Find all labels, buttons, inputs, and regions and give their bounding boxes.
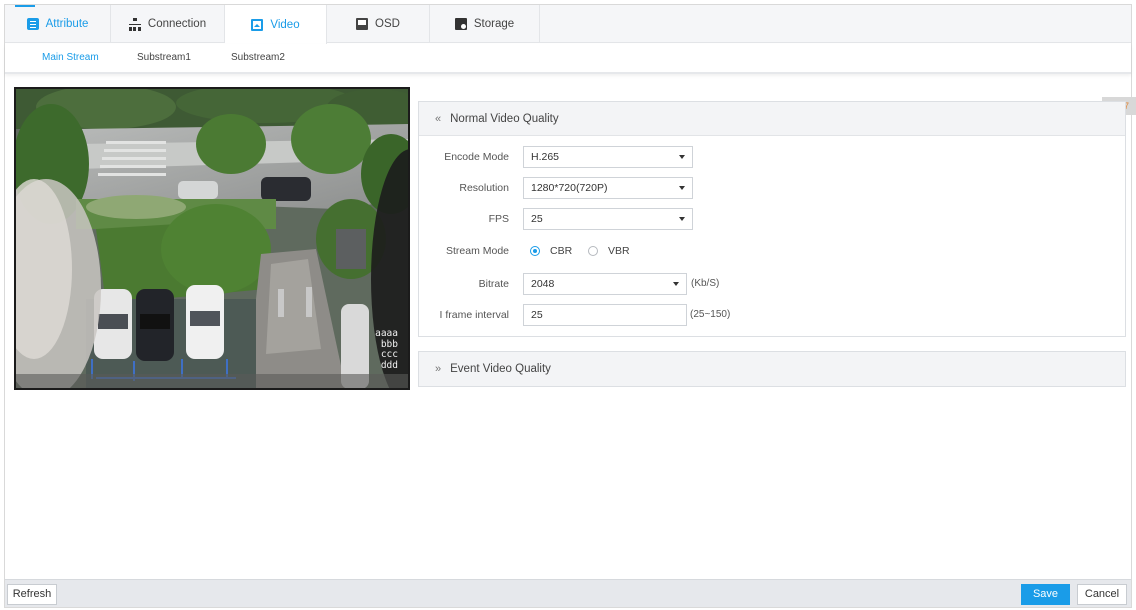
fps-row: FPS 25 bbox=[419, 208, 1119, 230]
iframe-interval-row: I frame interval 25 (25~150) bbox=[419, 304, 1119, 326]
storage-icon bbox=[454, 18, 467, 30]
iframe-interval-range: (25~150) bbox=[690, 309, 731, 320]
tab-storage[interactable]: Storage bbox=[430, 5, 540, 43]
video-preview: aaaa bbb ccc ddd bbox=[14, 87, 410, 390]
video-settings-window: Attribute Connection Video OSD Storage M… bbox=[4, 4, 1136, 608]
dropdown-caret-icon bbox=[679, 155, 685, 159]
dropdown-caret-icon bbox=[679, 186, 685, 190]
tab-storage-label: Storage bbox=[473, 18, 515, 30]
cbr-radio-label: CBR bbox=[550, 245, 573, 257]
tab-osd-label: OSD bbox=[375, 18, 400, 30]
tab-video[interactable]: Video bbox=[225, 5, 327, 44]
connection-icon bbox=[128, 18, 141, 31]
osd-line: aaaa bbox=[375, 328, 398, 339]
resolution-select[interactable]: 1280*720(720P) bbox=[523, 177, 693, 199]
encode-mode-label: Encode Mode bbox=[444, 151, 509, 163]
stream-mode-row: Stream Mode CBR VBR bbox=[419, 240, 1119, 262]
event-video-quality-header[interactable]: » Event Video Quality bbox=[419, 352, 1125, 386]
bitrate-select[interactable]: 2048 bbox=[523, 273, 687, 295]
tab-osd[interactable]: OSD bbox=[327, 5, 430, 43]
main-tab-bar: Attribute Connection Video OSD Storage bbox=[5, 5, 1131, 44]
encode-mode-row: Encode Mode H.265 bbox=[419, 146, 1119, 168]
subtab-substream2[interactable]: Substream2 bbox=[231, 44, 285, 72]
dropdown-caret-icon bbox=[673, 282, 679, 286]
stream-mode-label: Stream Mode bbox=[445, 245, 509, 257]
resolution-row: Resolution 1280*720(720P) bbox=[419, 177, 1119, 199]
tab-connection-label: Connection bbox=[147, 18, 207, 30]
osd-overlay-text: aaaa bbb ccc ddd bbox=[375, 328, 398, 371]
camera-scene-image bbox=[16, 89, 408, 388]
subtab-main-stream[interactable]: Main Stream bbox=[42, 44, 99, 72]
footer-bar: Refresh Save Cancel bbox=[5, 579, 1131, 607]
tab-connection[interactable]: Connection bbox=[111, 5, 225, 43]
iframe-interval-input[interactable]: 25 bbox=[523, 304, 687, 326]
osd-line: ddd bbox=[380, 359, 398, 371]
bitrate-value: 2048 bbox=[531, 278, 555, 290]
cbr-radio[interactable] bbox=[530, 246, 540, 256]
normal-video-quality-header[interactable]: « Normal Video Quality bbox=[419, 102, 1125, 136]
bitrate-row: Bitrate 2048 (Kb/S) bbox=[419, 273, 1119, 295]
refresh-button[interactable]: Refresh bbox=[7, 584, 57, 605]
subtab-substream1[interactable]: Substream1 bbox=[137, 44, 191, 72]
event-video-quality-panel: » Event Video Quality bbox=[418, 351, 1126, 387]
attribute-icon bbox=[26, 18, 39, 30]
resolution-value: 1280*720(720P) bbox=[531, 182, 608, 194]
fps-select[interactable]: 25 bbox=[523, 208, 693, 230]
cancel-button[interactable]: Cancel bbox=[1077, 584, 1127, 605]
osd-line: ccc bbox=[380, 349, 398, 360]
vbr-radio-label: VBR bbox=[608, 245, 630, 257]
save-button[interactable]: Save bbox=[1021, 584, 1070, 605]
encode-mode-select[interactable]: H.265 bbox=[523, 146, 693, 168]
encode-mode-value: H.265 bbox=[531, 151, 560, 163]
tab-video-label: Video bbox=[270, 18, 300, 31]
panel-title: Normal Video Quality bbox=[450, 112, 559, 125]
dropdown-caret-icon bbox=[679, 217, 685, 221]
panel-title: Event Video Quality bbox=[450, 363, 551, 375]
fps-label: FPS bbox=[488, 213, 509, 225]
expand-chevron-icon: » bbox=[435, 363, 442, 375]
iframe-interval-label: I frame interval bbox=[439, 309, 509, 321]
fps-value: 25 bbox=[531, 213, 543, 225]
resolution-label: Resolution bbox=[459, 182, 509, 194]
osd-icon bbox=[356, 18, 369, 30]
tab-attribute[interactable]: Attribute bbox=[5, 5, 111, 43]
video-icon bbox=[251, 18, 264, 31]
stream-subtab-bar: Main Stream Substream1 Substream2 bbox=[5, 44, 1131, 74]
normal-video-quality-panel: « Normal Video Quality Encode Mode H.265… bbox=[418, 101, 1126, 337]
bitrate-unit: (Kb/S) bbox=[691, 278, 720, 289]
collapse-chevron-icon: « bbox=[435, 112, 442, 125]
vbr-radio[interactable] bbox=[588, 246, 598, 256]
tab-attribute-label: Attribute bbox=[45, 18, 89, 30]
bitrate-label: Bitrate bbox=[478, 278, 509, 290]
